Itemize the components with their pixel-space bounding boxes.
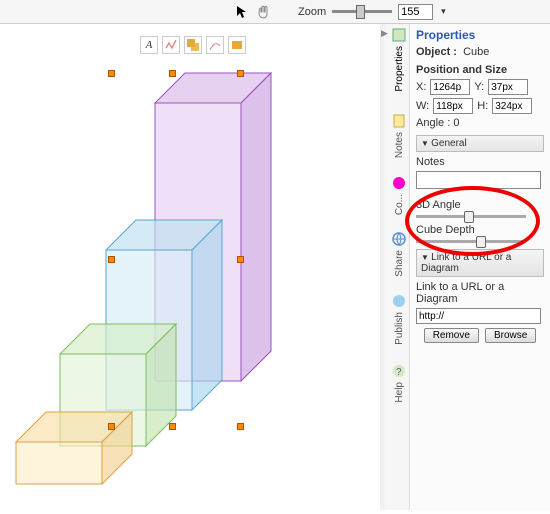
zoom-label: Zoom (298, 6, 326, 18)
properties-icon (391, 27, 407, 43)
x-input[interactable] (430, 79, 470, 95)
colors-icon (391, 175, 407, 191)
properties-panel: Properties Object : Cube Position and Si… (410, 24, 550, 510)
3d-angle-slider[interactable] (416, 215, 526, 218)
side-tabs: Properties Notes Co... Share Publish ? H… (388, 24, 410, 510)
object-label: Object : (416, 46, 457, 58)
tab-share[interactable]: Share (388, 228, 410, 290)
panel-title: Properties (416, 28, 544, 42)
x-label: X: (416, 81, 426, 93)
handle-se[interactable] (237, 423, 244, 430)
zoom-input[interactable] (398, 4, 433, 20)
tab-notes[interactable]: Notes (388, 110, 410, 172)
w-input[interactable] (433, 98, 473, 114)
general-section-header[interactable]: General (416, 135, 544, 152)
tab-publish[interactable]: Publish (388, 290, 410, 360)
handle-nw[interactable] (108, 70, 115, 77)
tab-properties-label: Properties (394, 46, 405, 92)
link-section-header[interactable]: Link to a URL or a Diagram (416, 249, 544, 277)
notes-input[interactable] (416, 171, 541, 189)
cubes-svg (0, 24, 380, 514)
angle-label: Angle : (416, 117, 450, 129)
notes-label: Notes (416, 156, 544, 168)
tab-help[interactable]: ? Help (388, 360, 410, 416)
browse-button[interactable]: Browse (485, 328, 536, 343)
handle-w[interactable] (108, 256, 115, 263)
cube-depth-slider[interactable] (416, 240, 526, 243)
tab-colors[interactable]: Co... (388, 172, 410, 228)
canvas[interactable]: A (0, 24, 380, 510)
zoom-dropdown[interactable]: ▾ (441, 6, 446, 17)
top-toolbar: Zoom ▾ (0, 0, 550, 24)
tab-properties[interactable]: Properties (388, 24, 410, 110)
link-label: Link to a URL or a Diagram (416, 281, 544, 305)
collapse-icon[interactable]: ▶ (381, 28, 388, 39)
handle-n[interactable] (169, 70, 176, 77)
handle-ne[interactable] (237, 70, 244, 77)
pointer-tool[interactable] (232, 4, 250, 20)
tab-help-label: Help (394, 382, 405, 403)
h-label: H: (477, 100, 488, 112)
remove-button[interactable]: Remove (424, 328, 479, 343)
pos-size-heading: Position and Size (416, 64, 544, 76)
handle-e[interactable] (237, 256, 244, 263)
y-input[interactable] (488, 79, 528, 95)
y-label: Y: (474, 81, 484, 93)
panel-splitter[interactable]: ▶ (380, 24, 388, 510)
tab-share-label: Share (394, 250, 405, 277)
3d-angle-label: 3D Angle (416, 199, 544, 211)
notes-icon (391, 113, 407, 129)
share-icon (391, 231, 407, 247)
publish-icon (391, 293, 407, 309)
w-label: W: (416, 100, 429, 112)
tab-notes-label: Notes (394, 132, 405, 158)
h-input[interactable] (492, 98, 532, 114)
cube-depth-label: Cube Depth (416, 224, 544, 236)
svg-text:?: ? (396, 367, 402, 378)
tab-publish-label: Publish (394, 312, 405, 345)
angle-value: 0 (453, 117, 459, 129)
tab-colors-label: Co... (394, 194, 405, 215)
zoom-slider[interactable] (332, 10, 392, 13)
handle-sw[interactable] (108, 423, 115, 430)
hand-tool[interactable] (254, 4, 272, 20)
link-input[interactable] (416, 308, 541, 324)
object-value: Cube (463, 46, 489, 58)
help-icon: ? (391, 363, 407, 379)
handle-s[interactable] (169, 423, 176, 430)
